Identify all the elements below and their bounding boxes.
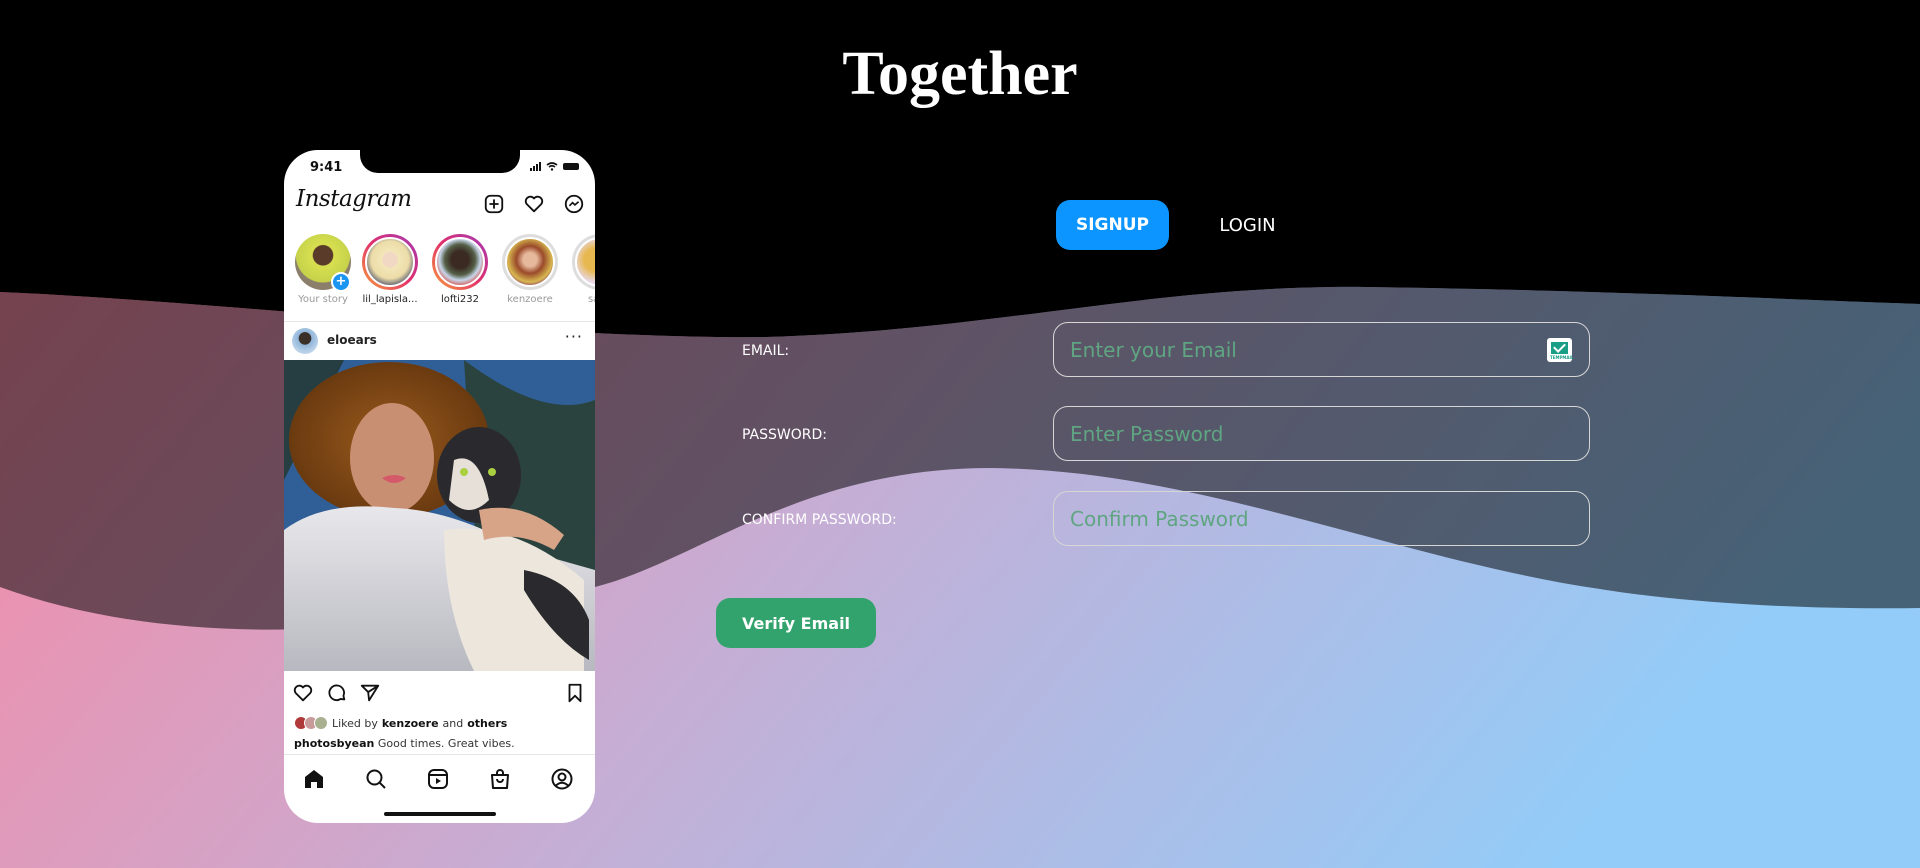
post-header: eloears ··· [284,322,595,359]
story-avatar [575,237,595,287]
divider [284,754,595,755]
caption-user[interactable]: photosbyean [294,737,374,750]
envelope-icon [1551,342,1568,354]
profile-icon[interactable] [550,767,574,791]
story-item[interactable]: sapp [568,234,595,305]
add-story-icon: + [331,272,351,292]
phone-mockup: 9:41 Instagram + Your story lil_lapisla.… [284,150,595,823]
story-avatar [435,237,485,287]
share-icon[interactable] [359,682,381,704]
liked-others[interactable]: others [467,717,507,730]
battery-icon [563,163,579,170]
liked-prefix: Liked by [332,716,378,730]
wifi-icon [546,162,558,171]
story-label: Your story [298,294,348,305]
tempmail-brand: TEMPMAIL [1550,355,1574,360]
liker-avatars [294,716,328,730]
phone-notch [360,150,520,173]
tab-login[interactable]: LOGIN [1200,200,1295,250]
instagram-bottom-nav [284,757,595,797]
password-field-wrapper [1053,406,1590,461]
story-item[interactable]: lil_lapisla... [358,234,422,305]
email-label: EMAIL: [742,343,790,359]
tempmail-icon[interactable]: TEMPMAIL [1547,338,1574,362]
password-label: PASSWORD: [742,427,827,443]
confirm-password-label: CONFIRM PASSWORD: [742,512,897,528]
post-avatar[interactable] [292,328,318,354]
story-label: sapp [587,294,595,305]
like-icon[interactable] [292,682,314,704]
instagram-header-actions [483,193,585,215]
messenger-icon [564,194,584,214]
page-title: Together [842,40,1078,108]
email-field-wrapper: TEMPMAIL [1053,322,1590,377]
post-caption: photosbyean Good times. Great vibes. [294,737,515,750]
search-icon[interactable] [364,767,388,791]
verify-email-button[interactable]: Verify Email [716,598,876,648]
story-label: lofti232 [440,294,480,305]
story-item[interactable]: lofti232 [428,234,492,305]
more-options-icon[interactable]: ··· [565,327,583,346]
confirm-password-input[interactable] [1054,492,1589,545]
story-avatar [505,237,555,287]
status-time: 9:41 [310,160,343,175]
heart-icon [524,195,544,213]
caption-text: Good times. Great vibes. [377,737,515,750]
new-post-icon [484,194,504,214]
home-icon[interactable] [302,767,326,791]
signal-icon [530,162,541,171]
story-item[interactable]: kenzoere [498,234,562,305]
liked-and: and [442,716,464,730]
story-label: kenzoere [507,294,553,305]
post-photo-art [284,360,595,671]
home-indicator [384,812,496,816]
story-label: lil_lapisla... [362,294,418,305]
status-icons [530,162,579,171]
post-username[interactable]: eloears [327,333,377,347]
confirm-password-field-wrapper [1053,491,1590,546]
stories-row: + Your story lil_lapisla... lofti232 ken… [284,230,595,322]
liked-by: Liked by kenzoere and others [294,716,507,730]
reels-icon[interactable] [426,767,450,791]
post-actions [284,676,595,712]
story-avatar [365,237,415,287]
bookmark-icon[interactable] [564,682,586,704]
shop-icon[interactable] [488,767,512,791]
story-item[interactable]: + Your story [291,234,355,305]
tab-signup[interactable]: SIGNUP [1056,200,1169,250]
email-input[interactable] [1054,323,1589,376]
instagram-logo: Instagram [296,186,412,212]
comment-icon[interactable] [326,682,348,704]
post-photo [284,360,595,671]
password-input[interactable] [1054,407,1589,460]
liked-user[interactable]: kenzoere [382,717,439,730]
